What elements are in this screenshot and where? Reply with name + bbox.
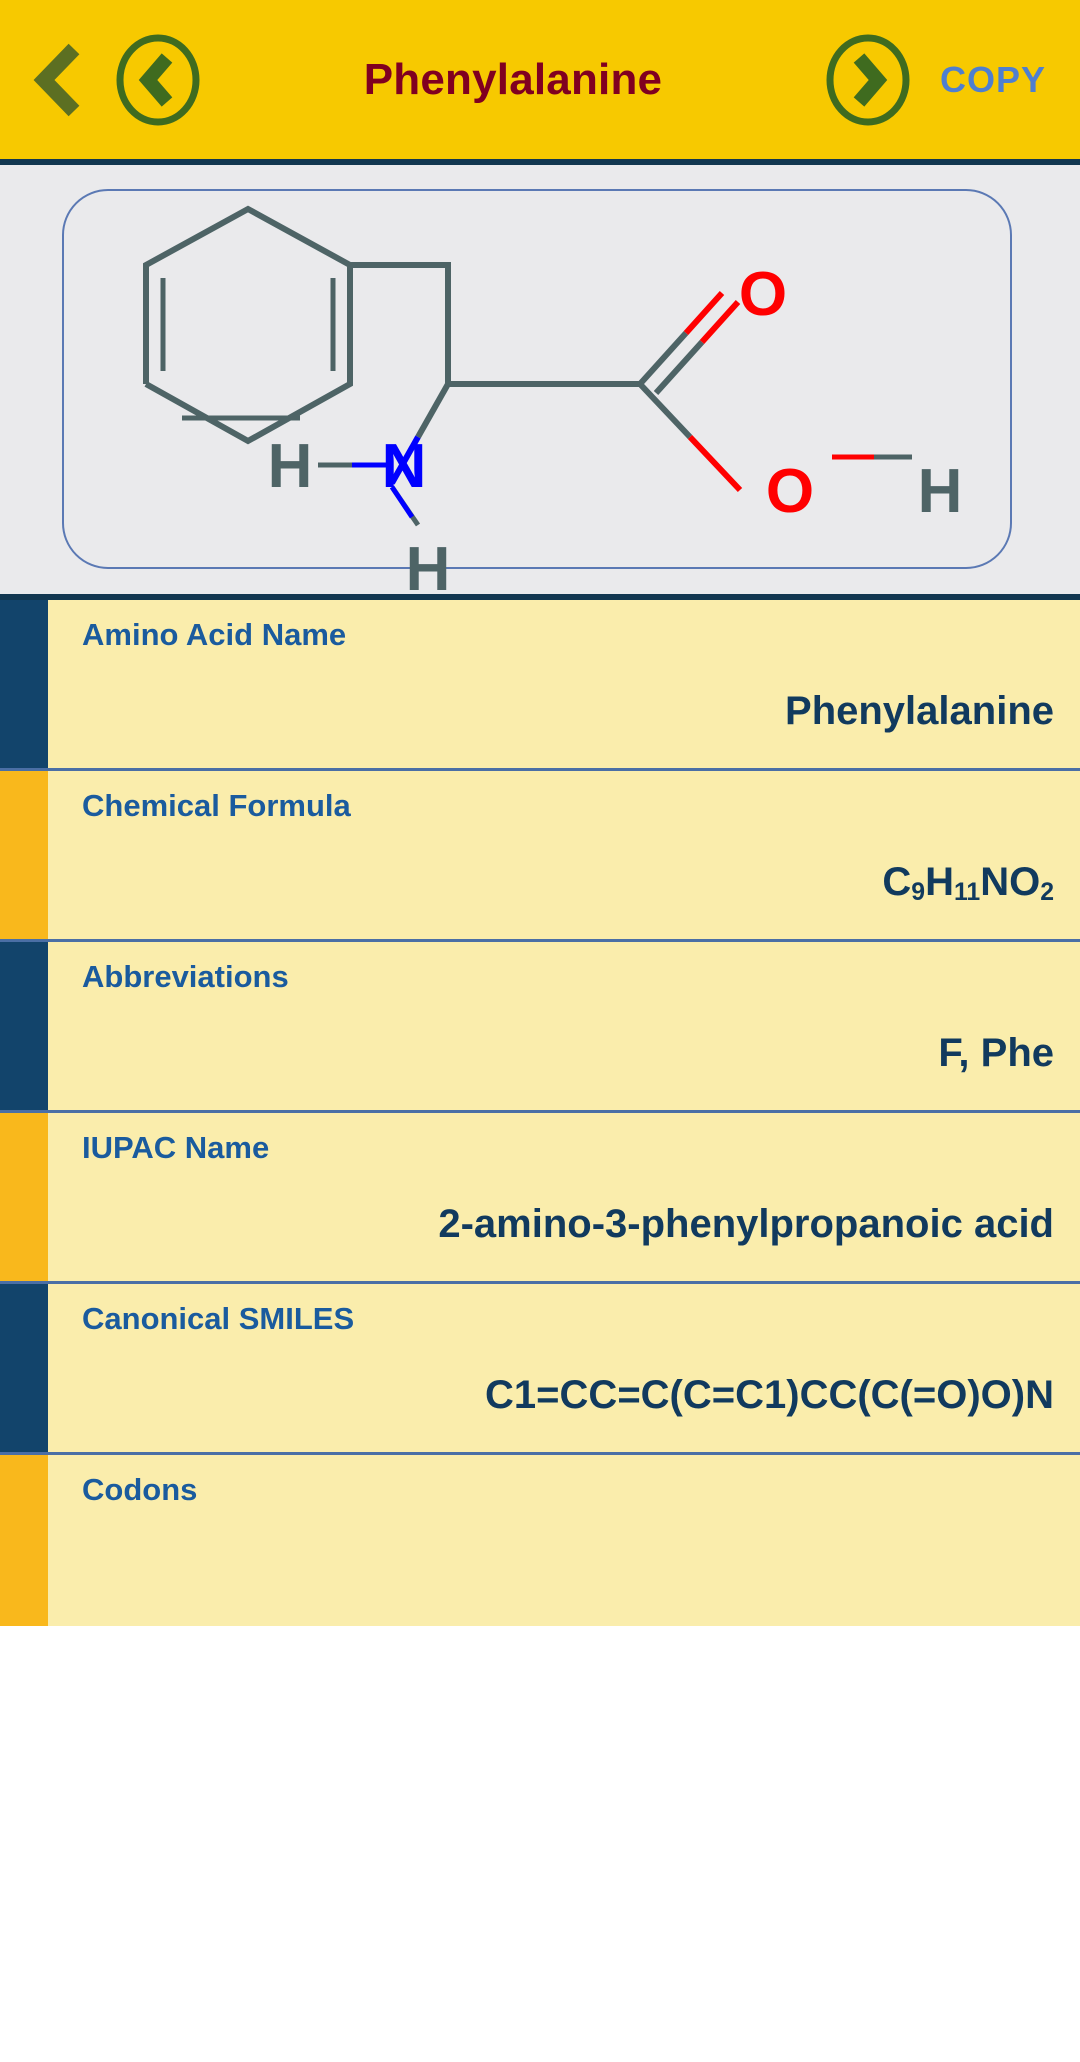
- row-label: Amino Acid Name: [82, 617, 347, 652]
- atom-label-carbonyl-oxygen: O: [739, 260, 787, 329]
- row-label: Canonical SMILES: [82, 1301, 355, 1336]
- row-value: 2-amino-3-phenylpropanoic acid: [438, 1202, 1054, 1246]
- row-label: Abbreviations: [82, 959, 289, 994]
- row-value-chemical-formula: C9H11NO2: [882, 860, 1054, 907]
- table-row[interactable]: Canonical SMILES C1=CC=C(C=C1)CC(C(=O)O)…: [0, 1284, 1080, 1455]
- table-row[interactable]: Abbreviations F, Phe: [0, 942, 1080, 1113]
- next-amino-acid-button[interactable]: [822, 34, 914, 126]
- atom-label-amine-hydrogen-bottom: H: [406, 535, 451, 600]
- circled-chevron-right-icon: [822, 34, 914, 126]
- row-accent-bar: [0, 600, 48, 768]
- molecule-diagram: O O H N H H: [143, 205, 963, 600]
- row-accent-bar: [0, 1113, 48, 1281]
- atom-label-amine-hydrogen-left: H: [268, 432, 313, 501]
- app-header: Phenylalanine COPY: [0, 0, 1080, 165]
- back-button[interactable]: [28, 39, 90, 121]
- row-label: Codons: [82, 1472, 198, 1507]
- amino-acid-info-table: Amino Acid Name Phenylalanine Chemical F…: [0, 600, 1080, 1626]
- table-row[interactable]: Chemical Formula C9H11NO2: [0, 771, 1080, 942]
- row-accent-bar: [0, 942, 48, 1110]
- previous-amino-acid-button[interactable]: [112, 34, 204, 126]
- row-content: Abbreviations F, Phe: [48, 942, 1080, 1110]
- chevron-left-icon: [28, 39, 90, 121]
- structure-panel: O O H N H H: [0, 165, 1080, 600]
- row-content: Codons: [48, 1455, 1080, 1626]
- table-row[interactable]: Amino Acid Name Phenylalanine: [0, 600, 1080, 771]
- atom-label-hydroxyl-hydrogen: H: [918, 457, 963, 526]
- circled-chevron-left-icon: [112, 34, 204, 126]
- row-content: IUPAC Name 2-amino-3-phenylpropanoic aci…: [48, 1113, 1080, 1281]
- row-label: Chemical Formula: [82, 788, 351, 823]
- row-label: IUPAC Name: [82, 1130, 270, 1165]
- row-content: Chemical Formula C9H11NO2: [48, 771, 1080, 939]
- row-accent-bar: [0, 771, 48, 939]
- atom-label-amine-nitrogen: N: [382, 432, 427, 501]
- row-content: Amino Acid Name Phenylalanine: [48, 600, 1080, 768]
- row-content: Canonical SMILES C1=CC=C(C=C1)CC(C(=O)O)…: [48, 1284, 1080, 1452]
- row-value: Phenylalanine: [785, 689, 1054, 733]
- copy-button[interactable]: COPY: [940, 59, 1046, 101]
- table-row[interactable]: Codons: [0, 1455, 1080, 1626]
- row-accent-bar: [0, 1455, 48, 1626]
- row-value: C1=CC=C(C=C1)CC(C(=O)O)N: [485, 1373, 1054, 1417]
- row-accent-bar: [0, 1284, 48, 1452]
- table-row[interactable]: IUPAC Name 2-amino-3-phenylpropanoic aci…: [0, 1113, 1080, 1284]
- atom-label-hydroxyl-oxygen: O: [766, 457, 814, 526]
- row-value: F, Phe: [938, 1031, 1054, 1075]
- page-title: Phenylalanine: [363, 54, 663, 104]
